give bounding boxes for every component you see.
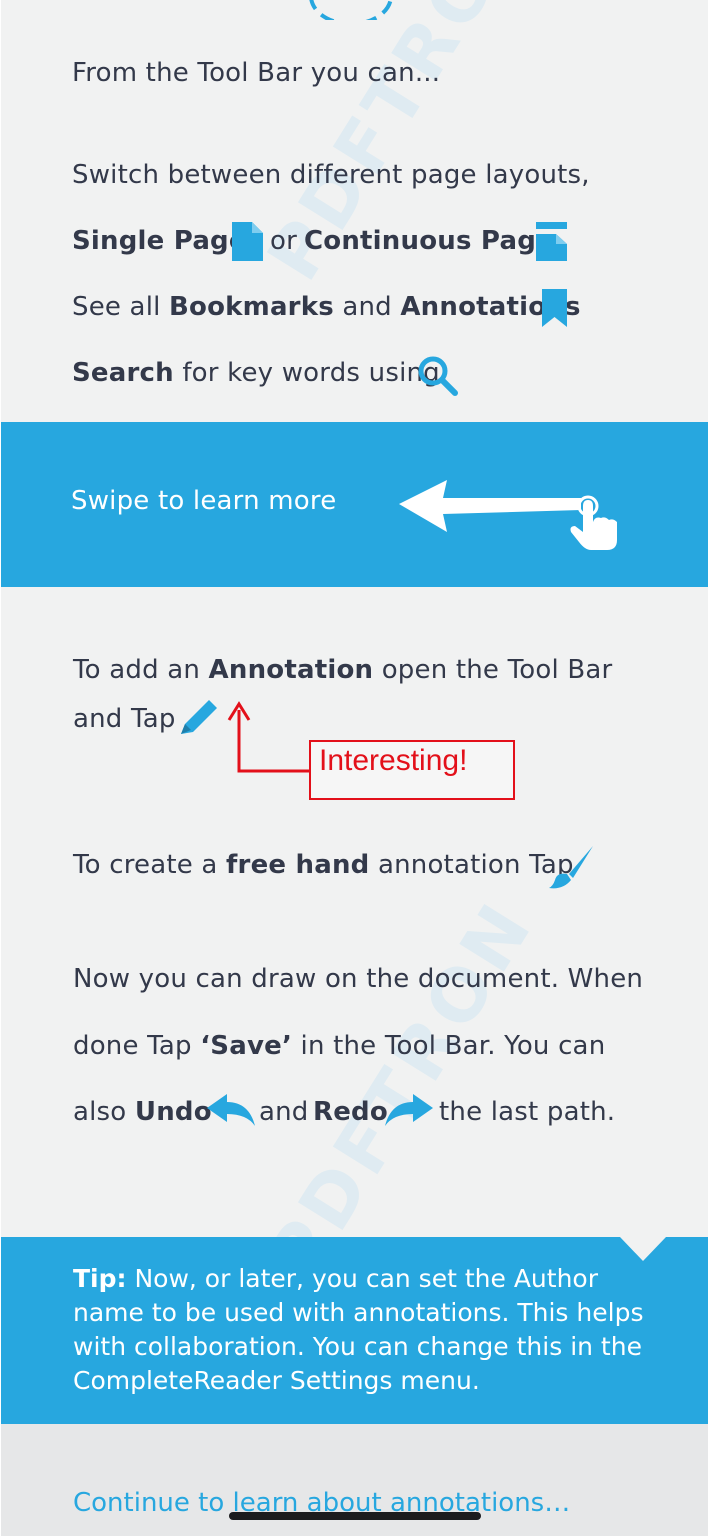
annotation-arrow-icon <box>227 701 309 773</box>
add-annotation-line: To add an Annotation open the Tool Bar <box>73 655 613 685</box>
search-line: Search for key words using <box>72 358 440 388</box>
brush-icon <box>549 846 593 889</box>
switch-layout-text: Switch between different page layouts, <box>72 160 590 190</box>
dashed-circle-icon <box>309 0 393 20</box>
bookmarks-line: See all Bookmarks and Annotations <box>72 292 581 322</box>
or-text: or <box>270 226 297 256</box>
swipe-label: Swipe to learn more <box>71 486 337 516</box>
undo-icon <box>207 1094 255 1126</box>
tip-text: Tip: Now, or later, you can set the Auth… <box>73 1264 644 1395</box>
bookmark-icon <box>542 289 567 327</box>
single-page-icon <box>232 222 263 261</box>
single-page-label: Single Page <box>72 226 247 256</box>
layout-options-line: Single Page <box>72 226 247 256</box>
draw-line-1: Now you can draw on the document. When <box>73 964 644 994</box>
redo-icon <box>385 1094 433 1126</box>
continuous-page-label: Continuous Page <box>304 226 554 256</box>
sticky-note[interactable]: Interesting! <box>309 740 515 800</box>
tutorial-page: PDFTRON PDFTRON From the Tool Bar you ca… <box>1 0 708 1536</box>
redo-label: Redo <box>313 1097 388 1127</box>
draw-line-3-start: also Undo <box>73 1097 212 1127</box>
draw-line-3-end: the last path. <box>439 1097 616 1127</box>
continuous-page-icon <box>536 222 567 261</box>
and-tap-text: and Tap <box>73 704 176 734</box>
watermark-bottom: PDFTRON <box>251 885 550 1295</box>
tip-notch-icon <box>620 1237 666 1261</box>
pencil-icon <box>181 700 217 734</box>
toolbar-intro: From the Tool Bar you can... <box>72 58 441 88</box>
and-text: and <box>259 1097 309 1127</box>
swipe-left-arrow-icon <box>399 480 581 532</box>
free-hand-line: To create a free hand annotation Tap <box>73 850 574 880</box>
home-indicator[interactable] <box>229 1512 481 1520</box>
hand-pointer-icon <box>570 495 617 550</box>
search-icon <box>418 356 458 396</box>
swipe-banner[interactable]: Swipe to learn more <box>1 422 708 587</box>
draw-line-2: done Tap ‘Save’ in the Tool Bar. You can <box>73 1031 606 1061</box>
